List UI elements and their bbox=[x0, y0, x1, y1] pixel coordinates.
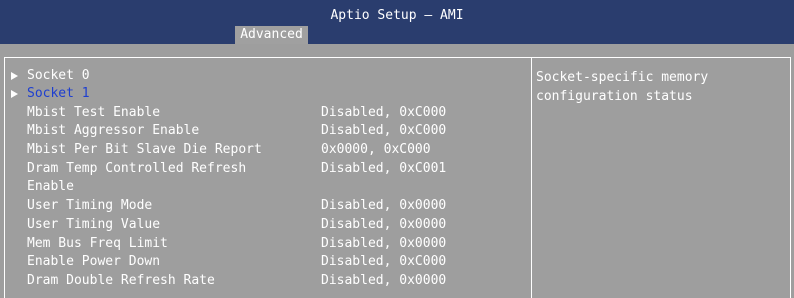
help-panel: Socket-specific memory configuration sta… bbox=[531, 57, 791, 298]
setting-row-dram-temp-controlled-refresh: Dram Temp Controlled Refresh Disabled, 0… bbox=[5, 160, 525, 178]
setting-row-mbist-aggressor-enable: Mbist Aggressor Enable Disabled, 0xC000 bbox=[5, 122, 525, 140]
setting-label: Mem Bus Freq Limit bbox=[27, 236, 168, 251]
setting-label: User Timing Value bbox=[27, 217, 161, 232]
submenu-arrow-icon bbox=[11, 72, 18, 80]
setting-row-dram-double-refresh-rate: Dram Double Refresh Rate Disabled, 0x000… bbox=[5, 272, 525, 290]
setting-label: Dram Temp Controlled Refresh bbox=[27, 161, 247, 176]
submenu-arrow-icon bbox=[11, 90, 18, 98]
setting-row-mbist-per-bit-slave-die-report: Mbist Per Bit Slave Die Report 0x0000, 0… bbox=[5, 141, 525, 159]
setting-row-user-timing-mode: User Timing Mode Disabled, 0x0000 bbox=[5, 197, 525, 215]
setting-row-enable-power-down: Enable Power Down Disabled, 0xC000 bbox=[5, 253, 525, 271]
setting-row-dram-temp-controlled-refresh-cont: Enable bbox=[5, 178, 525, 196]
help-line: configuration status bbox=[536, 89, 693, 104]
setting-value: Disabled, 0xC000 bbox=[321, 123, 447, 138]
setting-label: Dram Double Refresh Rate bbox=[27, 273, 215, 288]
setting-label: User Timing Mode bbox=[27, 198, 153, 213]
setting-row-mbist-test-enable: Mbist Test Enable Disabled, 0xC000 bbox=[5, 104, 525, 122]
setting-label: Mbist Test Enable bbox=[27, 105, 161, 120]
setting-row-user-timing-value: User Timing Value Disabled, 0x0000 bbox=[5, 216, 525, 234]
setting-label-continuation: Enable bbox=[27, 179, 74, 194]
setting-row-mem-bus-freq-limit: Mem Bus Freq Limit Disabled, 0x0000 bbox=[5, 235, 525, 253]
setting-value: Disabled, 0xC000 bbox=[321, 254, 447, 269]
setting-label: Enable Power Down bbox=[27, 254, 161, 269]
app-title: Aptio Setup – AMI bbox=[330, 8, 464, 23]
setting-value: Disabled, 0x0000 bbox=[321, 198, 447, 213]
submenu-socket-1[interactable]: Socket 1 bbox=[5, 85, 525, 103]
help-line: Socket-specific memory bbox=[536, 70, 709, 85]
title-bar: Aptio Setup – AMI Advanced bbox=[0, 0, 794, 44]
tab-advanced[interactable]: Advanced bbox=[235, 26, 308, 44]
submenu-socket-0[interactable]: Socket 0 bbox=[5, 67, 525, 85]
settings-panel: Socket 0 Socket 1 Mbist Test Enable Disa… bbox=[4, 57, 532, 298]
setting-value: 0x0000, 0xC000 bbox=[321, 142, 431, 157]
setting-label: Mbist Per Bit Slave Die Report bbox=[27, 142, 262, 157]
setting-value: Disabled, 0xC000 bbox=[321, 105, 447, 120]
setting-value: Disabled, 0x0000 bbox=[321, 273, 447, 288]
submenu-label: Socket 1 bbox=[27, 86, 90, 101]
submenu-label: Socket 0 bbox=[27, 68, 90, 83]
setting-value: Disabled, 0x0000 bbox=[321, 236, 447, 251]
setting-value: Disabled, 0x0000 bbox=[321, 217, 447, 232]
setting-label: Mbist Aggressor Enable bbox=[27, 123, 200, 138]
setting-value: Disabled, 0xC001 bbox=[321, 161, 447, 176]
help-text: Socket-specific memory configuration sta… bbox=[536, 68, 786, 106]
